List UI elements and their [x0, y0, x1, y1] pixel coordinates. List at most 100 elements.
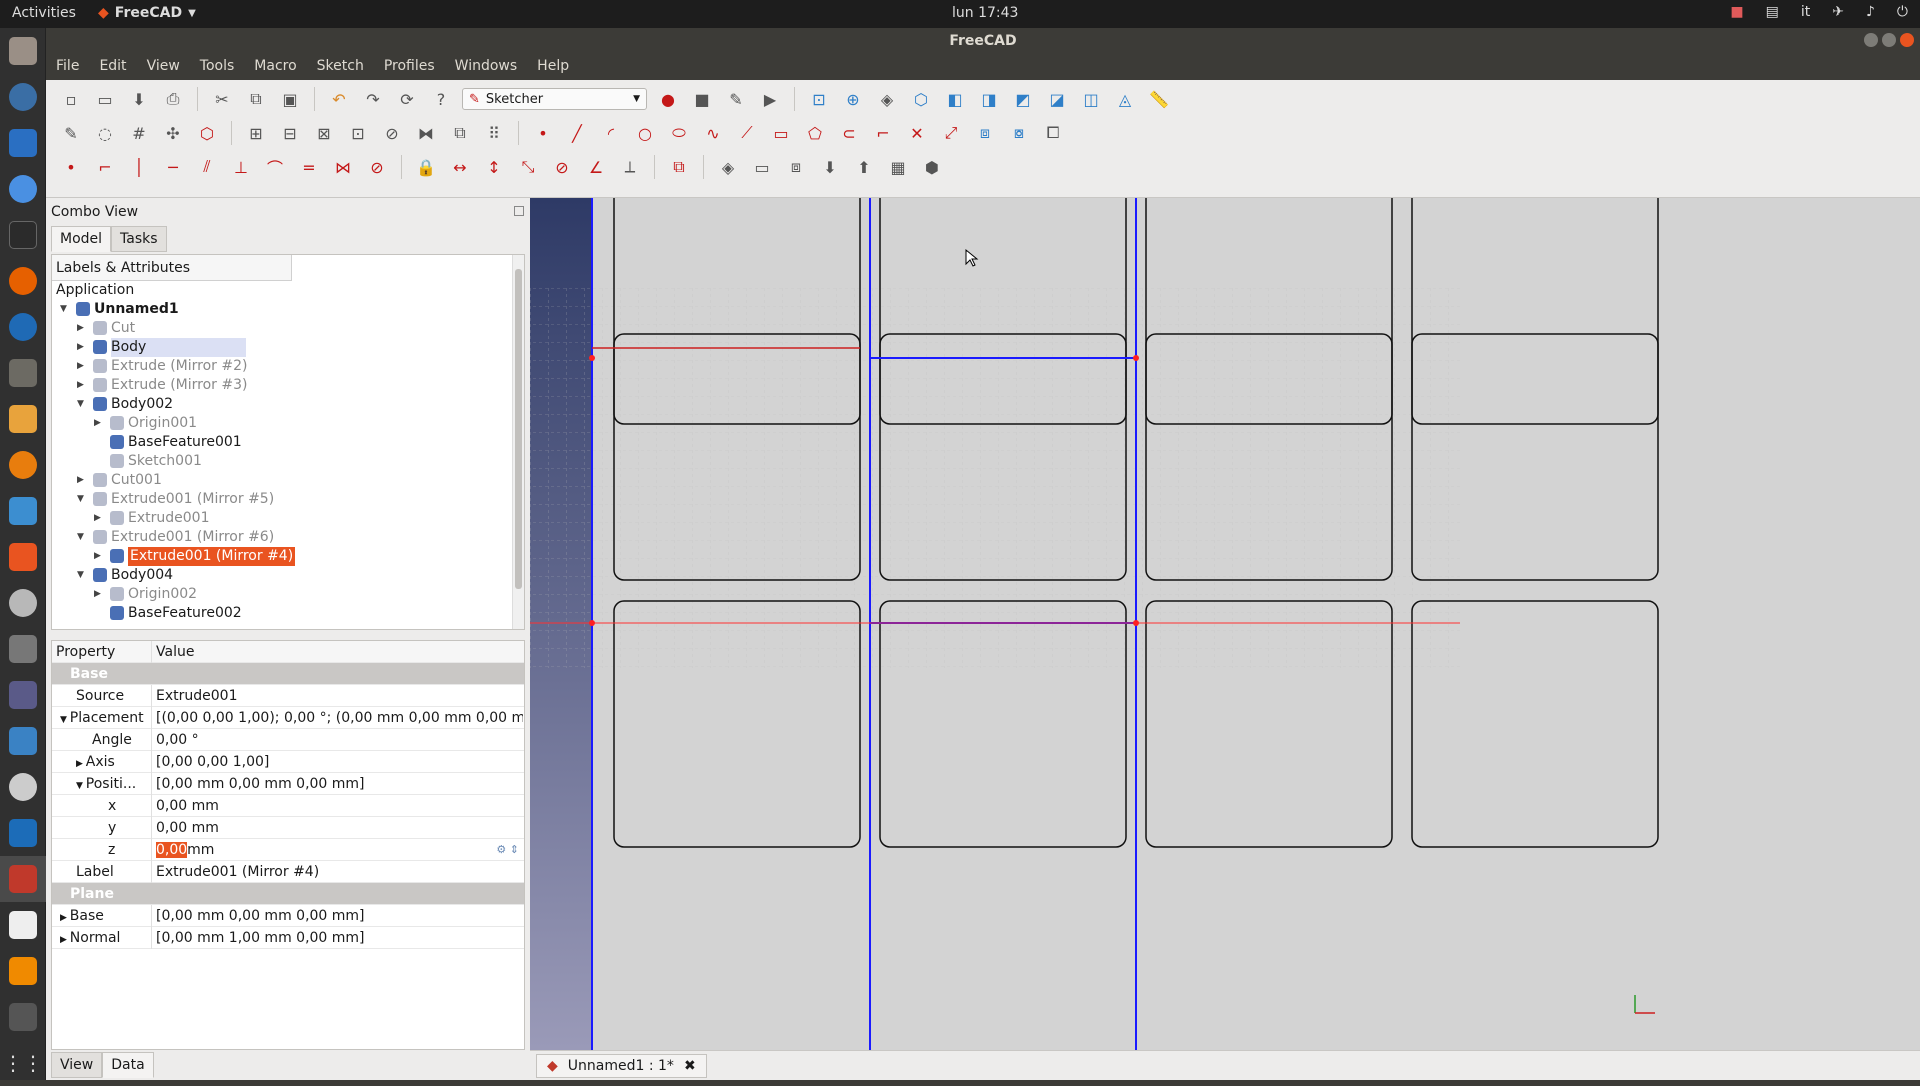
expand-arrow-icon[interactable]: ▶	[77, 376, 84, 395]
tree-item[interactable]: ▼ Extrude001 (Mirror #5)	[52, 490, 292, 509]
airplane-icon[interactable]: ✈	[1832, 4, 1844, 20]
new-document-icon[interactable]: ▫	[58, 86, 84, 112]
draw-style-icon[interactable]: ◈	[874, 86, 900, 112]
expand-arrow-icon[interactable]: ▼	[77, 528, 84, 547]
expand-arrow-icon[interactable]: ▶	[77, 338, 84, 357]
property-row[interactable]: Angle 0,00 °	[52, 729, 524, 751]
tab-data[interactable]: Data	[102, 1052, 154, 1078]
property-value[interactable]: Extrude001	[153, 685, 523, 707]
expand-arrow-icon[interactable]: ▶	[60, 913, 70, 923]
launcher-firefox-icon[interactable]	[0, 258, 46, 304]
tree-item[interactable]: ▶ Cut	[52, 319, 292, 338]
menu-windows[interactable]: Windows	[445, 54, 528, 80]
expand-arrow-icon[interactable]: ▶	[60, 935, 70, 945]
carbon-copy-icon[interactable]: ⧇	[1006, 120, 1032, 146]
property-value[interactable]: [0,00 mm 1,00 mm 0,00 mm]	[153, 927, 523, 949]
launcher-network-icon[interactable]	[0, 718, 46, 764]
extend-icon[interactable]: ⤢	[938, 120, 964, 146]
sketch-point[interactable]	[1133, 355, 1139, 361]
expand-arrow-icon[interactable]: ▶	[94, 585, 101, 604]
expand-arrow-icon[interactable]: ▼	[60, 300, 67, 319]
slot-icon[interactable]: ⊂	[836, 120, 862, 146]
property-row[interactable]: ▼ Positi... [0,00 mm 0,00 mm 0,00 mm]	[52, 773, 524, 795]
launcher-chromium-icon[interactable]	[0, 166, 46, 212]
property-row[interactable]: ▶ Base [0,00 mm 0,00 mm 0,00 mm]	[52, 905, 524, 927]
circle-icon[interactable]: ○	[632, 120, 658, 146]
undo-icon[interactable]: ↶	[326, 86, 352, 112]
bottom-view-icon[interactable]: ◫	[1078, 86, 1104, 112]
tree-scrollbar[interactable]	[512, 255, 524, 629]
tree-item[interactable]: ▶ Body	[52, 338, 292, 357]
camera-icon[interactable]: ■	[1730, 4, 1743, 20]
print-icon[interactable]: ⎙	[160, 86, 186, 112]
launcher-eye-icon[interactable]	[0, 764, 46, 810]
tree-scrollbar-thumb[interactable]	[515, 269, 522, 589]
menu-help[interactable]: Help	[527, 54, 579, 80]
launcher-files-icon[interactable]	[0, 28, 46, 74]
expand-arrow-icon[interactable]: ▶	[77, 319, 84, 338]
tree-item[interactable]: ▼ Body004	[52, 566, 292, 585]
bspline-icon[interactable]: ∿	[700, 120, 726, 146]
close-tab-icon[interactable]: ✖	[684, 1058, 696, 1074]
constrain-parallel-icon[interactable]: ⫽	[194, 154, 220, 180]
property-value[interactable]: 0,00 mm	[153, 795, 523, 817]
launcher-inkscape-icon[interactable]	[0, 304, 46, 350]
external-geometry-icon[interactable]: ⧈	[972, 120, 998, 146]
launcher-camera-icon[interactable]	[0, 626, 46, 672]
launcher-software-icon[interactable]	[0, 534, 46, 580]
launcher-screenshot-icon[interactable]	[0, 672, 46, 718]
part-folder-icon[interactable]: ▭	[749, 154, 775, 180]
menu-profiles[interactable]: Profiles	[374, 54, 445, 80]
property-value[interactable]: 0,00mm ⚙ ⇕	[153, 839, 523, 861]
select-vertical-axis-icon[interactable]: ⊡	[345, 120, 371, 146]
fit-selection-icon[interactable]: ⊕	[840, 86, 866, 112]
property-row[interactable]: ▼ Placement [(0,00 0,00 1,00); 0,00 °; (0…	[52, 707, 524, 729]
constrain-symmetric-icon[interactable]: ⋈	[330, 154, 356, 180]
expand-arrow-icon[interactable]: ▶	[94, 547, 101, 566]
new-sketch-icon[interactable]: ✎	[58, 120, 84, 146]
select-horizontal-axis-icon[interactable]: ⊠	[311, 120, 337, 146]
constrain-point-on-object-icon[interactable]: ⌐	[92, 154, 118, 180]
copy-icon[interactable]: ⧉	[243, 86, 269, 112]
menu-file[interactable]: File	[46, 54, 89, 80]
measure-icon[interactable]: 📏	[1146, 86, 1172, 112]
launcher-freecad-icon[interactable]	[0, 856, 46, 902]
sketch-canvas[interactable]	[530, 198, 1920, 1050]
constrain-vertical-icon[interactable]: │	[126, 154, 152, 180]
tree-item[interactable]: ▶ Cut001	[52, 471, 292, 490]
minimize-button[interactable]	[1864, 33, 1878, 47]
constrain-vertical-distance-icon[interactable]: ↕	[481, 154, 507, 180]
launcher-impress-icon[interactable]	[0, 488, 46, 534]
constrain-equal-icon[interactable]: =	[296, 154, 322, 180]
activities-button[interactable]: Activities	[12, 5, 76, 21]
property-value[interactable]: [0,00 mm 0,00 mm 0,00 mm]	[153, 773, 523, 795]
launcher-thunderbird-icon[interactable]	[0, 74, 46, 120]
menu-macro[interactable]: Macro	[244, 54, 306, 80]
macro-run-icon[interactable]: ▶	[757, 86, 783, 112]
tree-item[interactable]: ▶ Extrude (Mirror #3)	[52, 376, 292, 395]
menu-sketch[interactable]: Sketch	[307, 54, 374, 80]
refresh-icon[interactable]: ⟳	[394, 86, 420, 112]
language-indicator[interactable]: it	[1801, 4, 1810, 20]
menu-edit[interactable]: Edit	[89, 54, 136, 80]
macro-stop-icon[interactable]: ■	[689, 86, 715, 112]
menu-view[interactable]: View	[137, 54, 190, 80]
fillet-icon[interactable]: ⌐	[870, 120, 896, 146]
property-row[interactable]: ▶ Normal [0,00 mm 1,00 mm 0,00 mm]	[52, 927, 524, 949]
tab-model[interactable]: Model	[51, 226, 112, 252]
select-origin-icon[interactable]: ⊟	[277, 120, 303, 146]
constrain-lock-icon[interactable]: 🔒	[413, 154, 439, 180]
constrain-block-icon[interactable]: ⊘	[364, 154, 390, 180]
workbench-selector[interactable]: ✎ Sketcher ▼	[462, 88, 647, 110]
snap-icon[interactable]: ✣	[160, 120, 186, 146]
launcher-vlc-icon[interactable]	[0, 948, 46, 994]
redo-icon[interactable]: ↷	[360, 86, 386, 112]
property-row[interactable]: x 0,00 mm	[52, 795, 524, 817]
clone-icon[interactable]: ⧉	[447, 120, 473, 146]
launcher-writer-icon[interactable]	[0, 120, 46, 166]
expand-arrow-icon[interactable]: ▼	[76, 781, 86, 791]
tree-item[interactable]: ▶ Extrude (Mirror #2)	[52, 357, 292, 376]
constrain-horizontal-distance-icon[interactable]: ↔	[447, 154, 473, 180]
array-icon[interactable]: ⠿	[481, 120, 507, 146]
launcher-settings-icon[interactable]	[0, 580, 46, 626]
